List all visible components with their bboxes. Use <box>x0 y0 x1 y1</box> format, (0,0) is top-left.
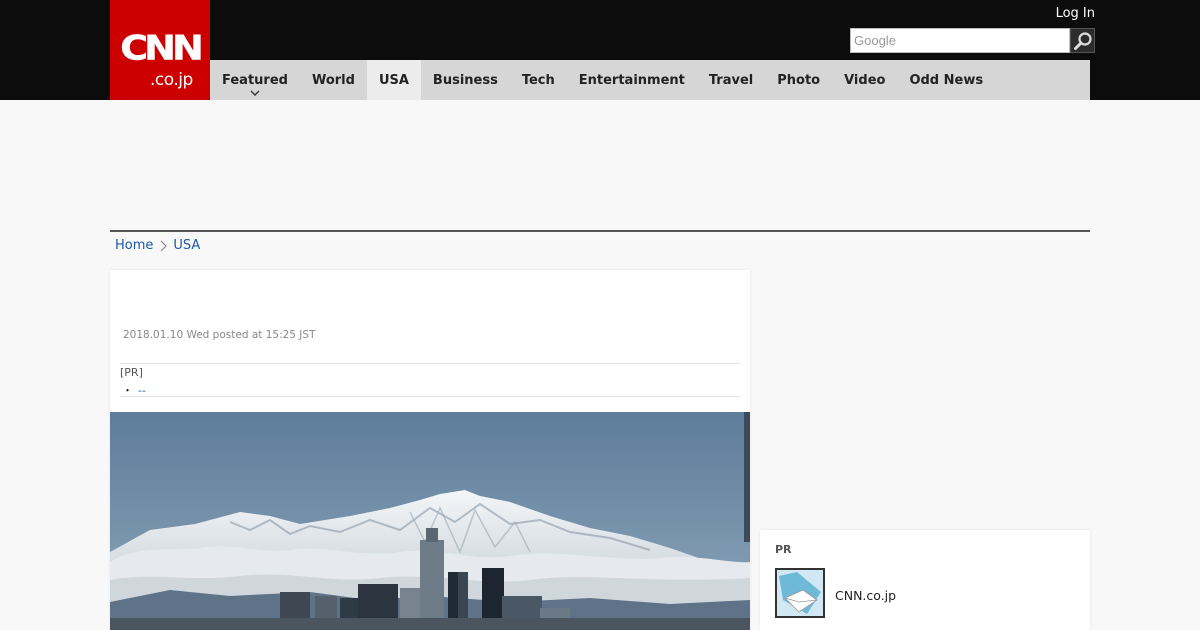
magnifier-icon <box>1073 31 1092 50</box>
sidebar-pr-title: PR <box>775 543 792 556</box>
envelope-icon <box>777 570 823 616</box>
pr-link-text: -- <box>138 384 146 397</box>
article-pr-box: [PR] ・ -- <box>120 363 740 397</box>
nav-item-world[interactable]: World <box>300 60 367 100</box>
sidebar-pr-card: PR CNN.co.jp <box>760 530 1090 630</box>
sidebar-pr-thumbnail[interactable] <box>775 568 825 618</box>
nav-item-featured[interactable]: Featured <box>210 60 300 100</box>
search-button[interactable] <box>1070 28 1095 53</box>
pr-link[interactable]: ・ -- <box>122 382 146 398</box>
chevron-right-icon <box>160 240 168 251</box>
sidebar-pr-link[interactable]: CNN.co.jp <box>835 588 896 603</box>
nav-item-odd-news[interactable]: Odd News <box>897 60 995 100</box>
article-card: 2018.01.10 Wed posted at 15:25 JST [PR] … <box>110 270 750 630</box>
nav-label-featured: Featured <box>222 72 288 88</box>
breadcrumb-usa-link[interactable]: USA <box>173 238 200 253</box>
article-date: 2018.01.10 Wed posted at 15:25 JST <box>123 329 316 341</box>
nav-item-tech[interactable]: Tech <box>510 60 567 100</box>
login-link[interactable]: Log In <box>1040 6 1095 21</box>
section-divider <box>110 230 1090 232</box>
breadcrumb: Home USA <box>115 238 200 253</box>
nav-item-entertainment[interactable]: Entertainment <box>567 60 697 100</box>
search-input[interactable] <box>850 28 1070 53</box>
chevron-down-icon <box>250 90 260 96</box>
nav-item-photo[interactable]: Photo <box>765 60 832 100</box>
article-photo <box>110 412 750 630</box>
pr-label: [PR] <box>120 366 143 379</box>
nav-item-usa[interactable]: USA <box>366 60 421 100</box>
nav-item-travel[interactable]: Travel <box>697 60 765 100</box>
nav-item-business[interactable]: Business <box>421 60 510 100</box>
breadcrumb-home-link[interactable]: Home <box>115 238 153 253</box>
cnn-logo[interactable]: CNN .co.jp <box>110 0 210 100</box>
pr-bullet: ・ <box>122 384 133 397</box>
nav-item-video[interactable]: Video <box>832 60 897 100</box>
main-nav: Featured World USA Business Tech Enterta… <box>210 60 1090 100</box>
logo-sub-text: .co.jp <box>150 70 193 90</box>
logo-main-text: CNN <box>120 28 204 68</box>
